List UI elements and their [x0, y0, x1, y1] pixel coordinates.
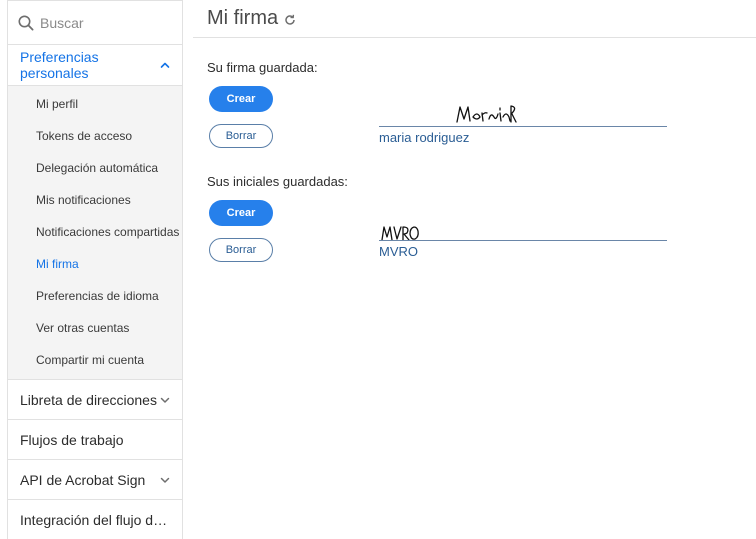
- refresh-icon[interactable]: [284, 14, 296, 26]
- address-book-label: Libreta de direcciones: [20, 391, 157, 408]
- sidebar: Preferencias personales Mi perfil Tokens…: [7, 0, 183, 539]
- sidebar-item-auto-delegation[interactable]: Delegación automática: [8, 152, 182, 184]
- page-title: Mi firma: [207, 7, 279, 29]
- sidebar-section-workflows[interactable]: Flujos de trabajo: [8, 420, 182, 460]
- sidebar-item-share-my-account[interactable]: Compartir mi cuenta: [8, 344, 182, 376]
- sidebar-item-view-other-accounts[interactable]: Ver otras cuentas: [8, 312, 182, 344]
- sidebar-item-shared-notifications[interactable]: Notificaciones compartidas: [8, 216, 182, 248]
- sidebar-item-my-notifications[interactable]: Mis notificaciones: [8, 184, 182, 216]
- signature-image: [456, 105, 517, 123]
- create-initials-button[interactable]: Crear: [209, 200, 273, 226]
- chevron-down-icon: [160, 475, 170, 485]
- workflow-integration-label: Integración del flujo de tra...: [20, 511, 170, 528]
- initials-line: [379, 240, 667, 241]
- chevron-up-icon: [160, 60, 170, 70]
- search-input[interactable]: [40, 14, 170, 31]
- sidebar-section-address-book[interactable]: Libreta de direcciones: [8, 380, 182, 420]
- sidebar-item-my-signature[interactable]: Mi firma: [8, 248, 182, 280]
- sidebar-item-my-profile[interactable]: Mi perfil: [8, 88, 182, 120]
- clear-initials-button[interactable]: Borrar: [209, 238, 273, 262]
- sidebar-item-language-preferences[interactable]: Preferencias de idioma: [8, 280, 182, 312]
- signature-line: [379, 126, 667, 127]
- sidebar-item-access-tokens[interactable]: Tokens de acceso: [8, 120, 182, 152]
- main-content: Mi firma Su firma guardada: Crear Borrar…: [193, 0, 756, 539]
- sidebar-section-api[interactable]: API de Acrobat Sign: [8, 460, 182, 500]
- clear-signature-button[interactable]: Borrar: [209, 124, 273, 148]
- initials-name: MVRO: [379, 244, 418, 259]
- chevron-down-icon: [160, 395, 170, 405]
- workflows-label: Flujos de trabajo: [20, 431, 124, 448]
- search-icon: [18, 15, 34, 31]
- signature-name: maria rodriguez: [379, 130, 470, 145]
- personal-preferences-list: Mi perfil Tokens de acceso Delegación au…: [8, 86, 182, 379]
- saved-signature-label: Su firma guardada:: [207, 60, 318, 75]
- sidebar-section-workflow-integration[interactable]: Integración del flujo de tra...: [8, 500, 182, 539]
- saved-initials-label: Sus iniciales guardadas:: [207, 174, 348, 189]
- personal-preferences-section: Preferencias personales Mi perfil Tokens…: [8, 45, 182, 380]
- create-signature-button[interactable]: Crear: [209, 86, 273, 112]
- personal-preferences-label: Preferencias personales: [20, 49, 99, 81]
- api-label: API de Acrobat Sign: [20, 471, 146, 488]
- search-box: [8, 0, 182, 45]
- title-row: Mi firma: [193, 0, 756, 38]
- personal-preferences-header[interactable]: Preferencias personales: [8, 45, 182, 86]
